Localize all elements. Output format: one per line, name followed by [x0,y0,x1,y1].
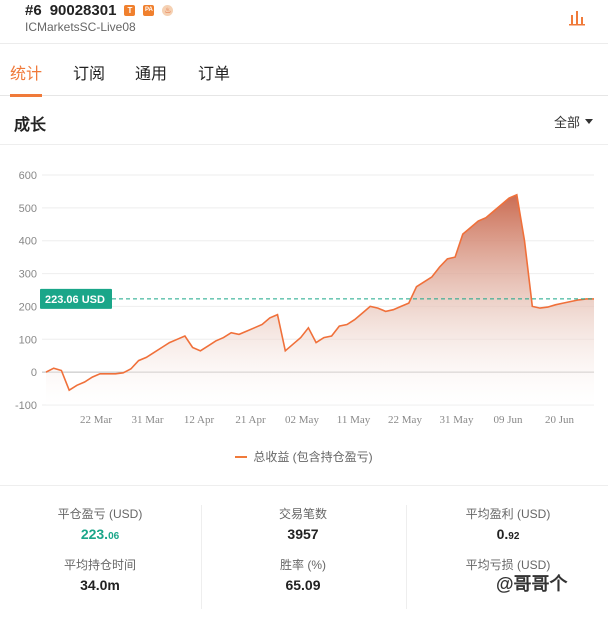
column-separator [406,505,407,609]
x-tick-label: 20 Jun [545,414,575,426]
tab-orders[interactable]: 订单 [198,60,230,84]
y-tick-label: 500 [19,203,37,215]
tab-subscribe[interactable]: 订阅 [73,60,105,84]
trade-count-label: 交易笔数 [278,507,327,521]
stat-column-right: 平均盈利 (USD) 0.92 平均亏损 (USD) [408,505,608,577]
bar-chart-icon[interactable] [568,8,586,26]
x-tick-label: 02 May [285,414,319,426]
y-tick-label: 400 [19,236,37,248]
x-tick-label: 12 Apr [184,414,215,426]
stat-column-middle: 交易笔数 3957 胜率 (%) 65.09 [203,505,403,593]
y-tick-label: 100 [19,334,37,346]
pa-badge-icon: PA [143,5,155,16]
growth-chart: -100 0 100 200 300 400 500 600 22 Mar 31 Mar 12 A… [15,170,594,426]
x-tick-label: 22 May [388,414,422,426]
avg-profit-label: 平均盈利 (USD) [465,507,551,521]
legend-swatch [235,455,248,458]
avg-holding-time-value: 34.0m [80,577,120,593]
divider [0,485,608,486]
growth-area [46,194,594,405]
account-number: 90028301 [49,2,117,19]
range-dropdown[interactable]: 全部 [554,112,593,131]
current-value-tag: 223.06 USD [40,288,112,309]
watermark: @哥哥个 [496,574,568,594]
x-tick-label: 11 May [337,414,371,426]
y-tick-label: -100 [15,400,37,412]
x-tick-label: 21 Apr [235,414,266,426]
t-badge-icon: T [124,5,136,16]
avg-holding-time-label: 平均持仓时间 [63,558,136,572]
y-tick-label: 600 [19,170,37,182]
x-tick-label: 09 Jun [493,414,523,426]
account-line: #6 90028301 T PA ♨ [25,2,174,19]
stat-column-left: 平仓盈亏 (USD) 223.06 平均持仓时间 34.0m [0,505,200,593]
closed-pnl-value: 223.06 [80,526,120,542]
section-title: 成长 [14,117,47,134]
tab-general[interactable]: 通用 [135,60,167,84]
account-header: #6 90028301 T PA ♨ ICMarketsSC-Live08 [0,0,608,44]
trade-count-value: 3957 [287,526,319,542]
win-rate-value: 65.09 [285,577,321,593]
divider [0,144,608,145]
legend-label: 总收益 (包含持仓盈亏) [253,450,373,464]
caret-down-icon [585,119,593,124]
x-tick-label: 31 May [440,414,474,426]
closed-pnl-label: 平仓盈亏 (USD) [57,507,143,521]
y-tick-label: 0 [31,367,37,379]
chart-legend: 总收益 (包含持仓盈亏) [0,448,608,465]
avg-profit-value: 0.92 [496,526,520,542]
x-tick-label: 31 Mar [131,414,163,426]
current-value-label: 223.06 USD [45,294,105,306]
range-dropdown-label: 全部 [553,115,580,130]
y-tick-label: 300 [19,269,37,281]
x-tick-label: 22 Mar [80,414,112,426]
active-tab-indicator [10,94,42,97]
y-tick-label: 200 [19,301,37,313]
win-rate-label: 胜率 (%) [280,558,326,572]
fire-badge-icon: ♨ [162,5,174,16]
tab-bar: 统计 订阅 通用 订单 [0,44,608,97]
rank-label: #6 [25,2,42,19]
server-name: ICMarketsSC-Live08 [25,20,136,34]
tab-statistics[interactable]: 统计 [10,60,42,84]
column-separator [201,505,202,609]
